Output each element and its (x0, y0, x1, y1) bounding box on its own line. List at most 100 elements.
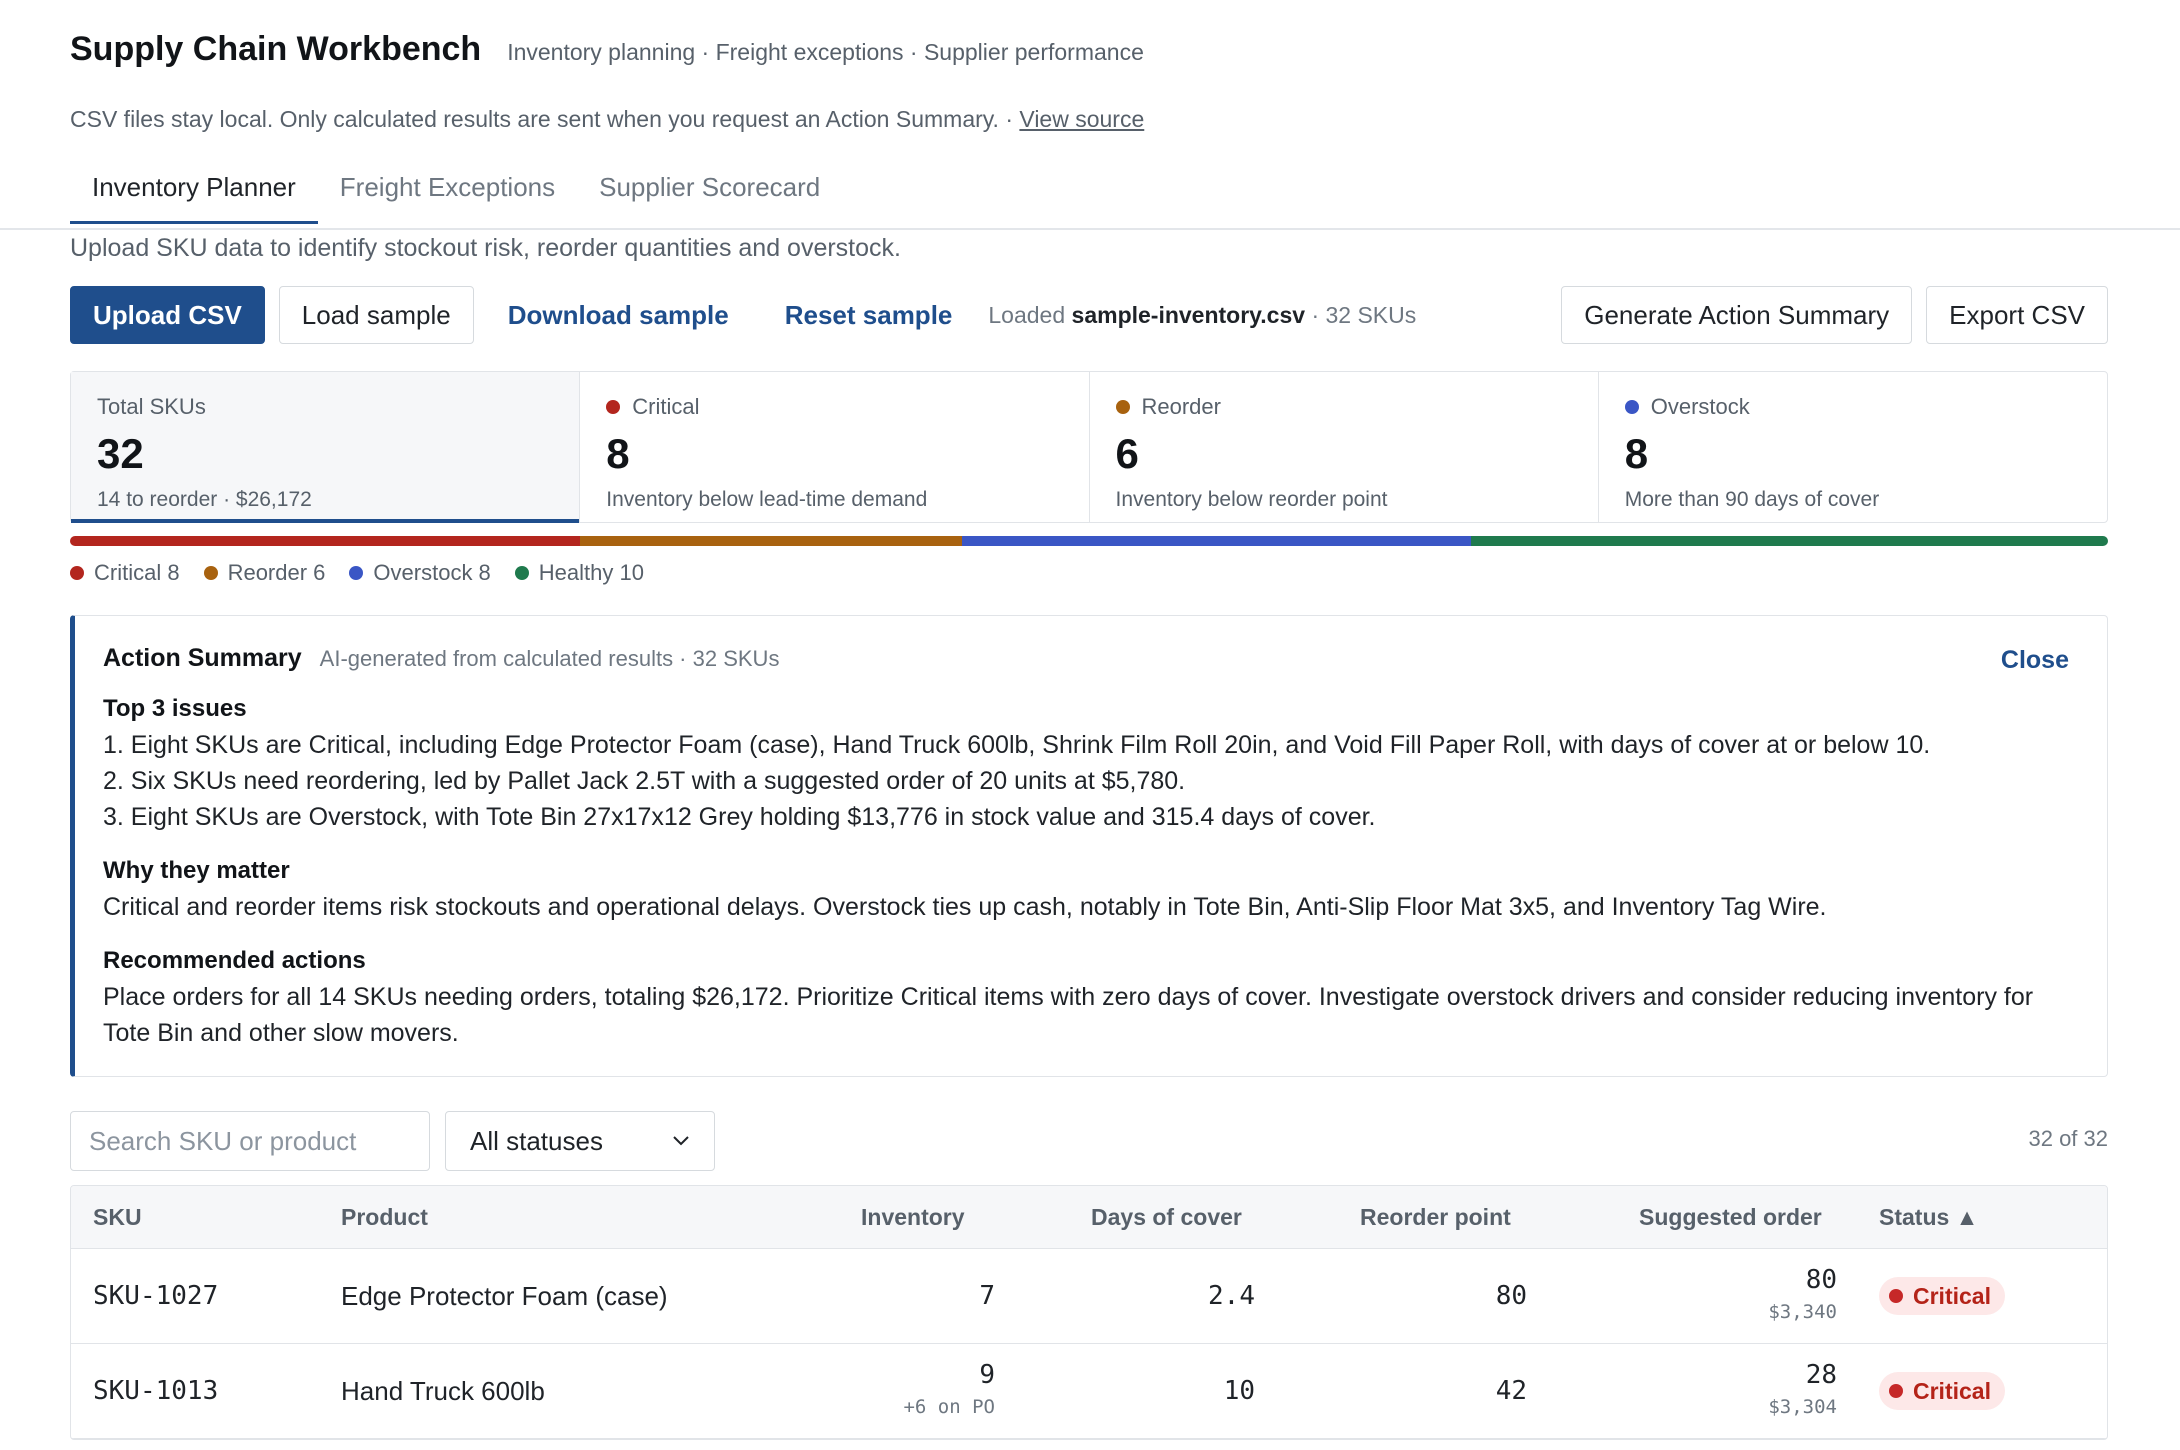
cell-inventory-on-po: +6 on PO (903, 1396, 995, 1418)
issue-item: 2. Six SKUs need reordering, led by Pall… (103, 767, 1186, 795)
cell-days-of-cover: 2.4 (1208, 1281, 1255, 1311)
search-input[interactable] (70, 1111, 430, 1171)
table-row[interactable]: SKU-1013 Hand Truck 600lb 9 +6 on PO 10 … (71, 1344, 2107, 1439)
status-badge: Critical (1879, 1372, 2005, 1410)
stat-value: 6 (1115, 430, 1139, 477)
legend-item: Healthy 10 (514, 560, 644, 586)
tab-bar: Inventory Planner Freight Exceptions Sup… (70, 172, 842, 224)
status-distribution-bar (70, 536, 2108, 546)
section-text: Place orders for all 14 SKUs needing ord… (103, 983, 2034, 1047)
issue-item: 1. Eight SKUs are Critical, including Ed… (103, 731, 1931, 759)
stat-card-reorder[interactable]: Reorder 6 Inventory below reorder point (1088, 372, 1598, 522)
legend-label: Reorder 6 (227, 560, 326, 585)
stat-card-total[interactable]: Total SKUs 32 14 to reorder · $26,172 (71, 372, 580, 523)
stat-label: Overstock (1650, 394, 1750, 419)
stat-card-critical[interactable]: Critical 8 Inventory below lead-time dem… (579, 372, 1088, 522)
cell-suggested-cost: $3,304 (1768, 1396, 1837, 1418)
legend-dot-icon (203, 566, 218, 580)
section-text: Critical and reorder items risk stockout… (103, 893, 1827, 921)
stat-cards: Total SKUs 32 14 to reorder · $26,172 Cr… (70, 371, 2108, 523)
legend-label: Healthy 10 (538, 560, 644, 585)
stat-value: 8 (606, 430, 630, 477)
cell-suggested-order: 80 (1805, 1265, 1837, 1295)
action-summary-title: Action Summary (103, 644, 302, 672)
stat-description: More than 90 days of cover (1624, 488, 1880, 511)
column-header-inventory[interactable]: Inventory (861, 1204, 965, 1231)
loaded-prefix: Loaded (988, 301, 1066, 328)
cell-sku: SKU-1027 (93, 1281, 219, 1311)
reset-sample-button[interactable]: Reset sample (763, 286, 975, 344)
export-csv-button[interactable]: Export CSV (1926, 286, 2108, 344)
column-header-sku[interactable]: SKU (93, 1204, 142, 1231)
loaded-file-name: sample-inventory.csv (1071, 301, 1306, 328)
status-filter-value: All statuses (470, 1125, 603, 1156)
status-legend: Critical 8 Reorder 6 Overstock 8 Healthy 10 (70, 560, 644, 586)
stat-description: 14 to reorder · $26,172 (97, 488, 312, 511)
critical-dot-icon (606, 400, 621, 414)
stat-label: Critical (632, 394, 700, 419)
status-label: Critical (1913, 1282, 1991, 1309)
view-source-link[interactable]: View source (1019, 106, 1144, 132)
app-subtitle: Inventory planning · Freight exceptions … (507, 39, 1144, 65)
status-badge: Critical (1879, 1277, 2005, 1315)
chevron-down-icon (673, 1136, 689, 1146)
critical-dot-icon (1889, 1289, 1903, 1303)
distribution-segment (1471, 536, 2108, 546)
stat-value: 32 (97, 430, 144, 477)
legend-dot-icon (349, 566, 364, 580)
legend-dot-icon (70, 566, 84, 580)
inventory-planner-page: Supply Chain Workbench Inventory plannin… (0, 0, 2180, 1450)
critical-dot-icon (1889, 1384, 1903, 1398)
distribution-segment (70, 536, 580, 546)
column-header-reorder-point[interactable]: Reorder point (1360, 1204, 1511, 1231)
section-heading: Top 3 issues (103, 695, 247, 722)
section-heading: Recommended actions (103, 947, 366, 974)
cell-suggested-order: 28 (1805, 1360, 1837, 1390)
table-header: SKU Product Inventory Days of cover Reor… (71, 1186, 2107, 1249)
stat-label-row: Critical (606, 394, 1062, 420)
distribution-segment (961, 536, 1472, 546)
privacy-note: CSV files stay local. Only calculated re… (70, 106, 1144, 133)
column-header-days-of-cover[interactable]: Days of cover (1091, 1204, 1242, 1231)
cell-product: Hand Truck 600lb (341, 1376, 545, 1406)
app-title: Supply Chain Workbench (70, 30, 482, 68)
cell-reorder-point: 80 (1495, 1281, 1527, 1311)
reorder-dot-icon (1115, 400, 1130, 414)
action-summary-header: Action Summary AI-generated from calcula… (103, 644, 2079, 673)
toolbar: Upload CSV Load sample Download sample R… (70, 286, 2108, 344)
tab-inventory-planner[interactable]: Inventory Planner (70, 172, 318, 224)
page-intro: Upload SKU data to identify stockout ris… (70, 234, 901, 262)
column-header-product[interactable]: Product (341, 1204, 428, 1231)
generate-action-summary-button[interactable]: Generate Action Summary (1561, 286, 1913, 344)
download-sample-button[interactable]: Download sample (486, 286, 751, 344)
upload-csv-button[interactable]: Upload CSV (70, 286, 265, 344)
legend-dot-icon (514, 566, 529, 580)
table-row[interactable]: SKU-1027 Edge Protector Foam (case) 7 2.… (71, 1249, 2107, 1344)
close-summary-button[interactable]: Close (2001, 646, 2069, 675)
load-sample-button[interactable]: Load sample (278, 286, 474, 344)
cell-days-of-cover: 10 (1223, 1376, 1255, 1406)
stat-label: Reorder (1141, 394, 1221, 419)
stat-label-row: Overstock (1624, 394, 2081, 420)
stat-card-overstock[interactable]: Overstock 8 More than 90 days of cover (1597, 372, 2107, 522)
privacy-text: CSV files stay local. Only calculated re… (70, 106, 1013, 132)
legend-item: Critical 8 (70, 560, 180, 586)
legend-item: Reorder 6 (203, 560, 326, 586)
tab-freight-exceptions[interactable]: Freight Exceptions (318, 172, 577, 224)
action-summary-meta: AI-generated from calculated results · 3… (319, 646, 780, 671)
tab-supplier-scorecard[interactable]: Supplier Scorecard (577, 172, 842, 224)
column-header-status[interactable]: Status ▲ (1879, 1204, 1978, 1231)
overstock-dot-icon (1624, 400, 1639, 414)
tab-divider (0, 228, 2180, 230)
stat-description: Inventory below reorder point (1115, 488, 1388, 511)
stat-description: Inventory below lead-time demand (606, 488, 928, 511)
cell-suggested-cost: $3,340 (1768, 1301, 1837, 1323)
distribution-segment (579, 536, 962, 546)
status-filter-select[interactable]: All statuses (445, 1111, 715, 1171)
loaded-file-status: Loaded sample-inventory.csv · 32 SKUs (988, 302, 1416, 329)
result-count: 32 of 32 (2028, 1126, 2108, 1151)
actions-section: Recommended actions Place orders for all… (103, 947, 2079, 1051)
column-header-suggested-order[interactable]: Suggested order (1639, 1204, 1822, 1231)
section-heading: Why they matter (103, 857, 290, 884)
legend-label: Overstock 8 (373, 560, 491, 585)
